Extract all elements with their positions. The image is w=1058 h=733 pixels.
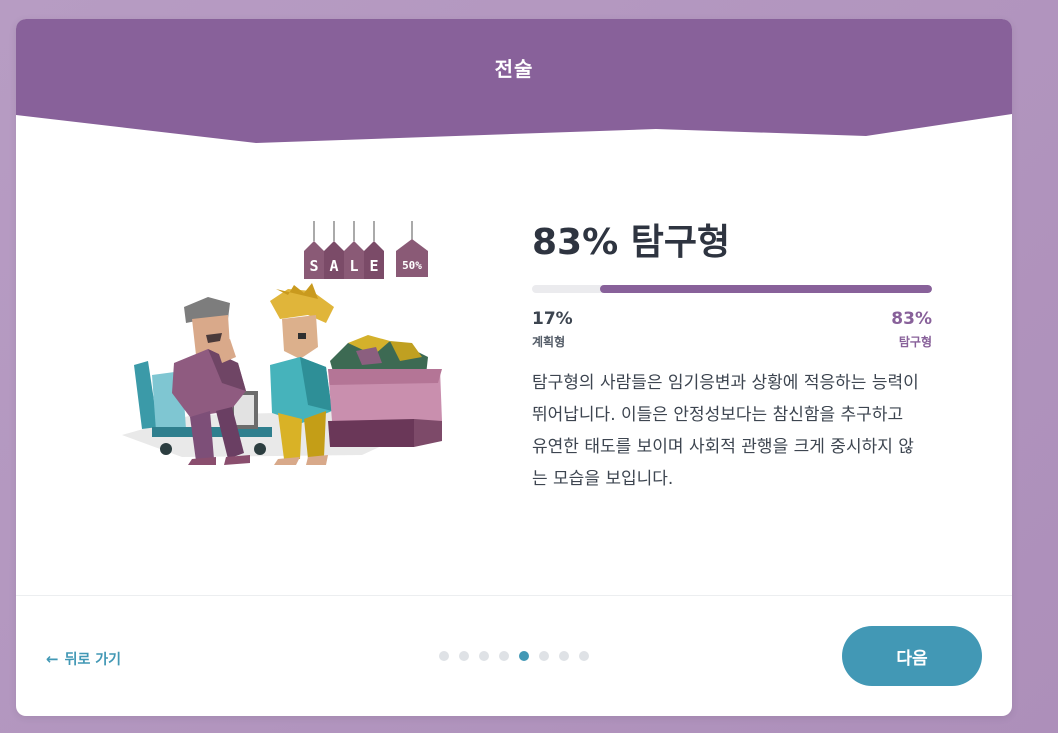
arrow-left-icon: ← (46, 650, 59, 668)
card-header: 전술 (16, 19, 1012, 144)
explorer-percent: 83% (891, 309, 932, 329)
header-title: 전술 (494, 57, 534, 81)
tag-strings (313, 221, 413, 241)
next-button[interactable]: 다음 (842, 626, 982, 686)
page-dot (539, 651, 549, 661)
trait-progress-fill (600, 285, 932, 293)
explorer-label: 탐구형 (898, 335, 932, 349)
page-dot (459, 651, 469, 661)
discount-tag-text: 50% (402, 259, 422, 272)
trait-bar-labels: 17% 계획형 83% 탐구형 (532, 309, 932, 351)
page-dot-active (519, 651, 529, 661)
trait-progress-bar (532, 285, 932, 293)
result-description: 탐구형의 사람들은 임기응변과 상황에 적응하는 능력이 뛰어납니다. 이들은 … (532, 373, 919, 489)
page-dot (479, 651, 489, 661)
planner-percent: 17% (532, 309, 573, 329)
page-dot (499, 651, 509, 661)
result-title: 83% 탐구형 (532, 222, 731, 263)
page-dot (579, 651, 589, 661)
explorer-side: 83% 탐구형 (891, 309, 932, 351)
result-panel: 83% 탐구형 17% 계획형 83% 탐구형 탐구형의 사람들은 임기응변과 … (532, 219, 932, 495)
back-button-label: 뒤로 가기 (64, 652, 121, 668)
page-indicator (439, 651, 599, 661)
sale-letter-l: L (349, 257, 358, 275)
sale-letter-s: S (309, 257, 318, 275)
planner-side: 17% 계획형 (532, 309, 573, 351)
back-button[interactable]: ← 뒤로 가기 (46, 649, 121, 669)
clothes-bin (328, 335, 442, 447)
planner-label: 계획형 (532, 335, 566, 349)
result-card: 전술 S A L E 50% 83% 탐구형 17% 계획형 83% 탐구형 탐… (16, 19, 1012, 716)
sale-letter-a: A (329, 257, 338, 275)
footer-divider (16, 595, 1012, 596)
page-dot (559, 651, 569, 661)
illustration: S A L E 50% (112, 215, 442, 475)
page-dot (439, 651, 449, 661)
sale-letter-e: E (369, 257, 378, 275)
